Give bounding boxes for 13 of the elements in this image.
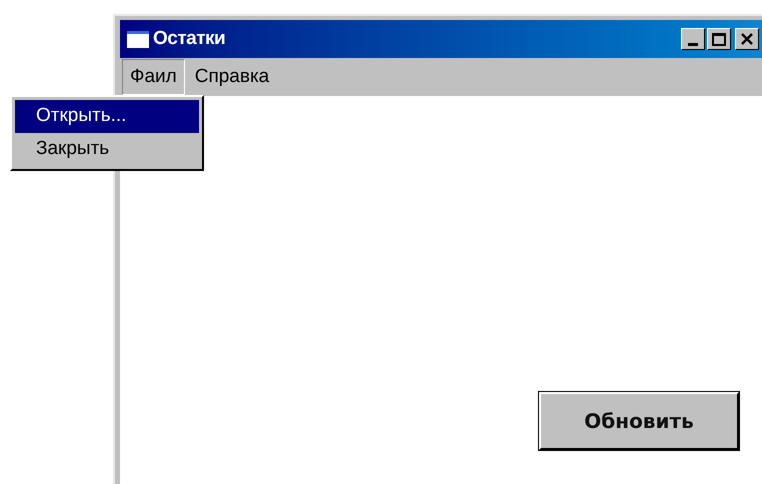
window-title: Остатки	[153, 26, 226, 51]
maximize-button[interactable]	[707, 28, 731, 50]
menu-item[interactable]: Фаил	[122, 59, 185, 95]
close-icon	[741, 33, 753, 45]
dropdown-item[interactable]: Открыть...	[15, 100, 199, 133]
maximize-icon	[712, 32, 726, 46]
refresh-button[interactable]: Обновить	[539, 392, 739, 450]
minimize-icon	[688, 43, 698, 46]
close-button[interactable]	[735, 28, 759, 50]
window-icon	[127, 30, 149, 48]
dropdown-item[interactable]: Закрыть	[15, 133, 199, 166]
menu-item[interactable]: Справка	[186, 59, 278, 95]
minimize-button[interactable]	[681, 28, 705, 50]
